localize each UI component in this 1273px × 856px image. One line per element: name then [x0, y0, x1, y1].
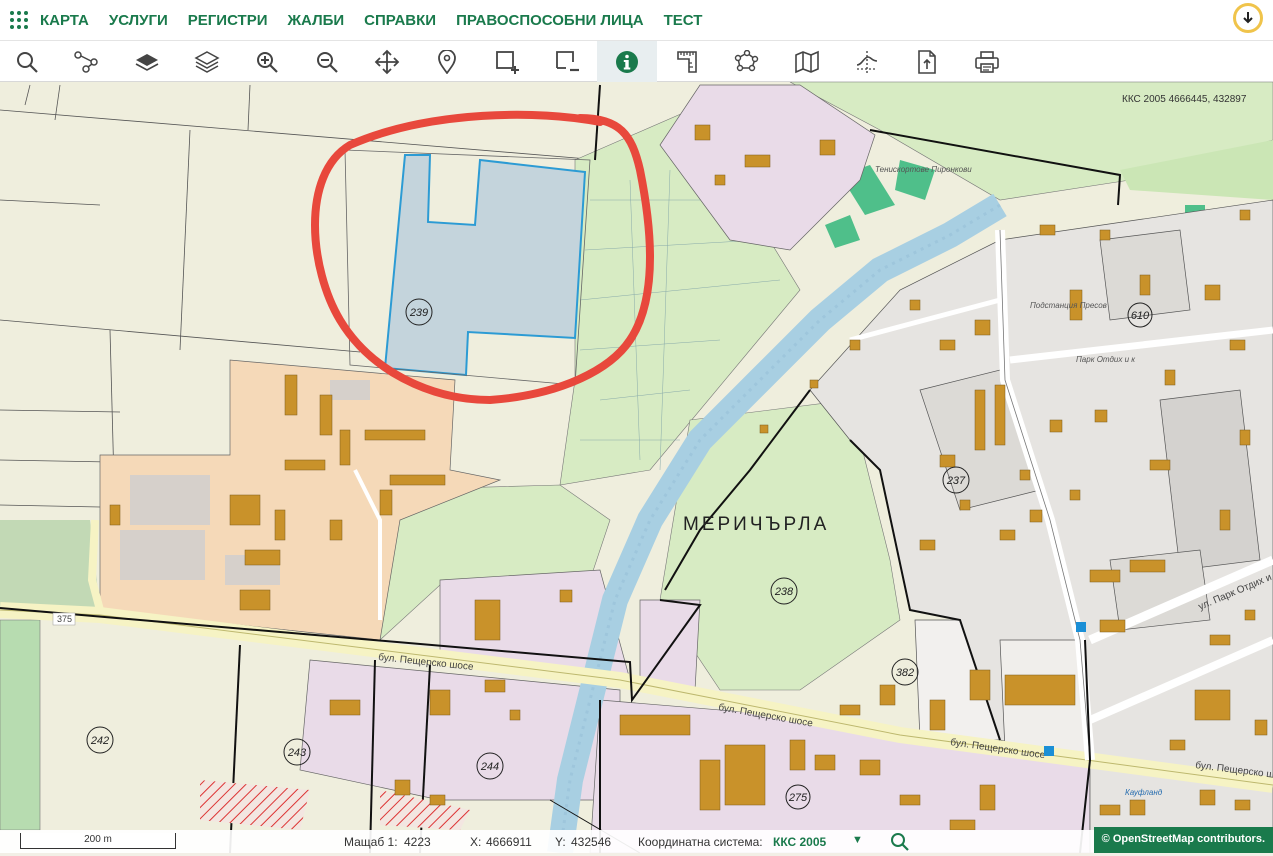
place-label-substation: Подстанция Пресов: [1030, 301, 1107, 310]
pan-icon[interactable]: [357, 41, 417, 82]
industrial-hall: [120, 530, 205, 580]
place-label-kaufland: Кауфланд: [1125, 788, 1163, 797]
parcel-label-239: 239: [409, 307, 428, 319]
scale-value: 4223: [404, 835, 431, 849]
search-icon[interactable]: [0, 41, 57, 82]
parcel-label-238: 238: [774, 586, 794, 598]
top-bar: КАРТА УСЛУГИ РЕГИСТРИ ЖАЛБИ СПРАВКИ ПРАВ…: [0, 0, 1273, 40]
map-canvas[interactable]: 239 238 237 382 242 243 244 275 610 МЕРИ…: [0, 82, 1273, 853]
map-toolbar: [0, 40, 1273, 82]
green-area: [0, 520, 100, 610]
nav-item-references[interactable]: СПРАВКИ: [364, 12, 436, 29]
select-add-icon[interactable]: [477, 41, 537, 82]
export-icon[interactable]: [897, 41, 957, 82]
place-label-tennis: Тенискортове Пиронкови: [875, 165, 972, 174]
industrial-hall: [330, 380, 370, 400]
district-label: МЕРИЧЪРЛА: [683, 514, 829, 535]
x-value: 4666911: [486, 835, 532, 849]
crs-label: Координатна система:: [638, 835, 763, 849]
crs-dropdown-icon[interactable]: ▼: [852, 834, 863, 846]
polygon-icon[interactable]: [717, 41, 777, 82]
nav-item-registers[interactable]: РЕГИСТРИ: [188, 12, 268, 29]
nav-item-services[interactable]: УСЛУГИ: [109, 12, 168, 29]
scale-bar: 200 m: [20, 833, 176, 849]
apps-grid-icon[interactable]: [4, 5, 34, 35]
y-label: Y:: [555, 835, 566, 849]
zoom-out-icon[interactable]: [297, 41, 357, 82]
parcel-label-610: 610: [1131, 310, 1150, 322]
layer-filled-icon[interactable]: [117, 41, 177, 82]
layers-icon[interactable]: [177, 41, 237, 82]
download-icon[interactable]: [1233, 3, 1263, 33]
green-area: [0, 619, 41, 831]
parcel-label-243: 243: [287, 747, 307, 759]
print-icon[interactable]: [957, 41, 1017, 82]
nav-item-complaints[interactable]: ЖАЛБИ: [288, 12, 345, 29]
place-label-park: Парк Отдих и к: [1076, 355, 1136, 364]
status-bar: 200 m Мащаб 1: 4223 X: 4666911 Y: 432546…: [0, 830, 1273, 853]
attribution[interactable]: © OpenStreetMap contributors.: [1093, 827, 1273, 853]
y-value: 432546: [571, 835, 612, 849]
crs-value[interactable]: ККС 2005: [773, 835, 826, 849]
measure-icon[interactable]: [657, 41, 717, 82]
parcel-label-237: 237: [946, 475, 966, 487]
pin-icon[interactable]: [417, 41, 477, 82]
parcel-label-242: 242: [90, 735, 109, 747]
scale-label: Мащаб 1:: [344, 835, 398, 849]
route-icon[interactable]: [57, 41, 117, 82]
parcel-label-244: 244: [480, 761, 499, 773]
nav-item-test[interactable]: ТЕСТ: [664, 12, 703, 29]
poi-icon[interactable]: [1076, 622, 1086, 632]
search-icon[interactable]: [889, 831, 911, 853]
parcel-label-275: 275: [788, 792, 808, 804]
nav-item-licensed-persons[interactable]: ПРАВОСПОСОБНИ ЛИЦА: [456, 12, 644, 29]
x-label: X:: [470, 835, 482, 849]
info-icon[interactable]: [597, 41, 657, 82]
nav-item-map[interactable]: КАРТА: [40, 12, 89, 29]
main-nav: КАРТА УСЛУГИ РЕГИСТРИ ЖАЛБИ СПРАВКИ ПРАВ…: [40, 12, 722, 29]
profile-icon[interactable]: [837, 41, 897, 82]
select-remove-icon[interactable]: [537, 41, 597, 82]
industrial-hall: [130, 475, 210, 525]
parcel-label-382: 382: [896, 667, 914, 679]
poi-icon[interactable]: [1044, 746, 1054, 756]
zoom-in-icon[interactable]: [237, 41, 297, 82]
road-number: 375: [57, 614, 72, 624]
map-icon[interactable]: [777, 41, 837, 82]
coordinate-readout: ККС 2005 4666445, 432897: [1122, 94, 1247, 105]
